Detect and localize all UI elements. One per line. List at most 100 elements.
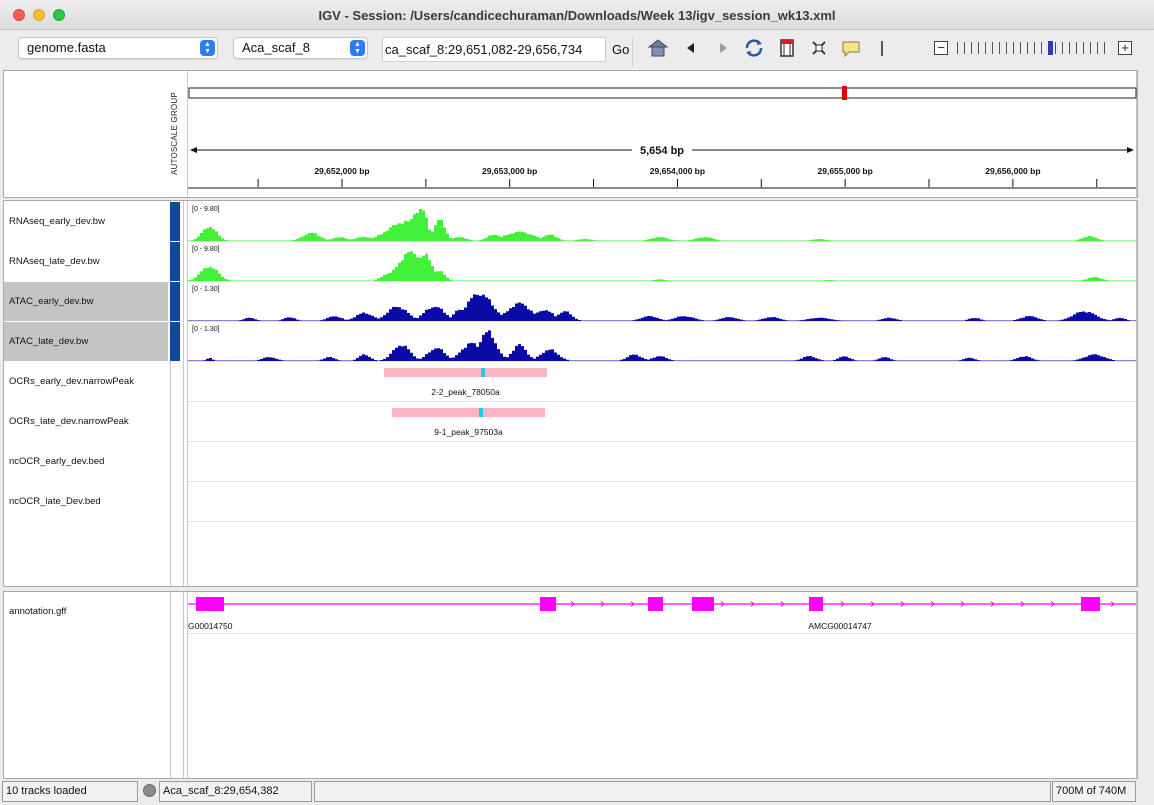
zoom-tick [999,42,1000,54]
ruler-data-area[interactable]: 5,654 bp 29,652,000 bp 29,653,000 bp 29,654… [187,71,1137,197]
zoom-tick [1076,42,1077,54]
go-button[interactable]: Go [612,42,629,57]
tracks-loaded-status: 10 tracks loaded [2,781,138,802]
window-title: IGV - Session: /Users/candicechuraman/Do… [318,8,836,23]
peak-summit-marker [479,408,483,417]
zoom-tick [1006,42,1007,54]
ruler-tick-label: 29,653,000 bp [482,166,537,176]
coverage-bars [188,330,1139,361]
track-data-range: [0 - 1.30] [192,286,220,293]
gene-exon[interactable] [540,597,556,611]
autoscale-group-block [170,242,180,281]
track-data-range: [0 - 9.80] [192,206,220,213]
zoom-tick [985,42,986,54]
zoom-tick [957,42,958,54]
zoom-tick [1083,42,1084,54]
zoom-tick [992,42,993,54]
gene-exon[interactable] [1081,597,1100,611]
coverage-bars [188,294,1139,321]
back-icon[interactable] [680,37,702,59]
home-icon[interactable] [647,37,669,59]
track-name-column: RNAseq_early_dev.bw RNAseq_late_dev.bw ATA… [4,201,168,586]
resize-icon[interactable] [808,37,830,59]
message-status [314,781,1051,802]
zoom-slider[interactable] [957,41,1109,55]
zoom-tick [964,42,965,54]
track-data-range: [0 - 9.80] [192,246,220,253]
chromosome-select[interactable]: Aca_scaf_8 ▲ ▼ [233,37,368,59]
select-arrows-icon: ▲ ▼ [350,40,365,56]
gene-exon[interactable] [648,597,663,611]
chromosome-ideogram[interactable] [188,87,1137,99]
coverage-bars [188,209,1139,241]
zoom-tick [971,42,972,54]
zoom-tick [1055,42,1056,54]
track-name-atac-late-dev-bw[interactable]: ATAC_late_dev.bw [4,322,168,361]
gene-exon[interactable] [692,597,714,611]
toolbar-divider [881,41,883,56]
status-bar: 10 tracks loaded Aca_scaf_8:29,654,382 7… [0,781,1154,803]
zoom-slider-thumb[interactable] [1048,41,1053,55]
track-name-ncocr-late-dev-bed[interactable]: ncOCR_late_Dev.bed [4,482,168,521]
locus-input[interactable]: ca_scaf_8:29,651,082-29,656,734 [382,37,606,62]
activity-indicator-icon [143,784,156,797]
popup-text-icon[interactable] [840,37,862,59]
coverage-track-3 [188,330,1139,362]
feature-panel: annotation.gff G00014750 AMCG00014747 [3,591,1138,779]
refresh-icon[interactable] [743,37,765,59]
gene-exon[interactable] [196,597,224,611]
attribute-column [170,592,184,778]
coverage-track-2 [188,294,1139,322]
narrowpeak-feature[interactable] [384,368,547,377]
zoom-tick [1097,42,1098,54]
span-arrow-right-icon [1127,147,1134,153]
zoom-tick [1034,42,1035,54]
track-name-ocrs-early-dev-narrowpeak[interactable]: OCRs_early_dev.narrowPeak [4,362,168,401]
track-name-annotation[interactable]: annotation.gff [4,592,168,632]
roi-icon[interactable] [776,37,798,59]
toolbar: genome.fasta ▲ ▼ Aca_scaf_8 ▲ ▼ ca_scaf_8:… [0,30,1154,68]
tracks-svg[interactable]: [0 - 9.80] [0 - 9.80] [0 - 1.30] [0 - 1.30]… [188,201,1139,586]
zoom-in-button[interactable]: + [1118,41,1132,55]
forward-icon[interactable] [712,37,734,59]
track-name-rnaseq-early-dev-bw[interactable]: RNAseq_early_dev.bw [4,202,168,241]
zoom-out-button[interactable]: − [934,41,948,55]
title-bar: IGV - Session: /Users/candicechuraman/Do… [0,0,1154,30]
gene-exon[interactable] [809,597,823,611]
genome-select-value: genome.fasta [27,40,106,55]
autoscale-group-block [170,322,180,361]
ruler-svg[interactable]: 5,654 bp 29,652,000 bp 29,653,000 bp 29,654… [188,71,1138,197]
narrowpeak-feature[interactable] [392,408,545,417]
coverage-track-1 [188,251,1139,282]
annotation-svg[interactable]: G00014750 AMCG00014747 [188,592,1138,778]
ruler-tick-label: 29,652,000 bp [314,166,369,176]
autoscale-group-block [170,202,180,241]
memory-status: 700M of 740M [1052,781,1136,802]
chromosome-select-value: Aca_scaf_8 [242,40,310,55]
span-arrow-left-icon [190,147,197,153]
zoom-tick [1090,42,1091,54]
track-name-ncocr-early-dev-bed[interactable]: ncOCR_early_dev.bed [4,442,168,481]
zoom-tick [1027,42,1028,54]
track-name-rnaseq-late-dev-bw[interactable]: RNAseq_late_dev.bw [4,242,168,281]
zoom-tick [1020,42,1021,54]
feature-data-area[interactable]: G00014750 AMCG00014747 [187,592,1137,778]
track-data-area[interactable]: [0 - 9.80] [0 - 9.80] [0 - 1.30] [0 - 1.30]… [187,201,1139,586]
track-data-range: [0 - 1.30] [192,326,220,333]
zoom-tick [1104,42,1105,54]
autoscale-group-block [170,282,180,321]
toolbar-divider [632,38,633,66]
zoom-tick [978,42,979,54]
feature-label: 2-2_peak_78050a [431,387,500,397]
gene-label: G00014750 [188,621,233,631]
zoom-tick [1062,42,1063,54]
genome-select[interactable]: genome.fasta ▲ ▼ [18,37,218,59]
feature-name-column: annotation.gff [4,592,168,778]
select-arrows-icon: ▲ ▼ [200,40,215,56]
zoom-tick [1041,42,1042,54]
track-name-ocrs-late-dev-narrowpeak[interactable]: OCRs_late_dev.narrowPeak [4,402,168,441]
coverage-track-0 [188,209,1139,242]
peak-summit-marker [481,368,485,377]
track-name-atac-early-dev-bw[interactable]: ATAC_early_dev.bw [4,282,168,321]
current-region-marker [842,86,847,100]
